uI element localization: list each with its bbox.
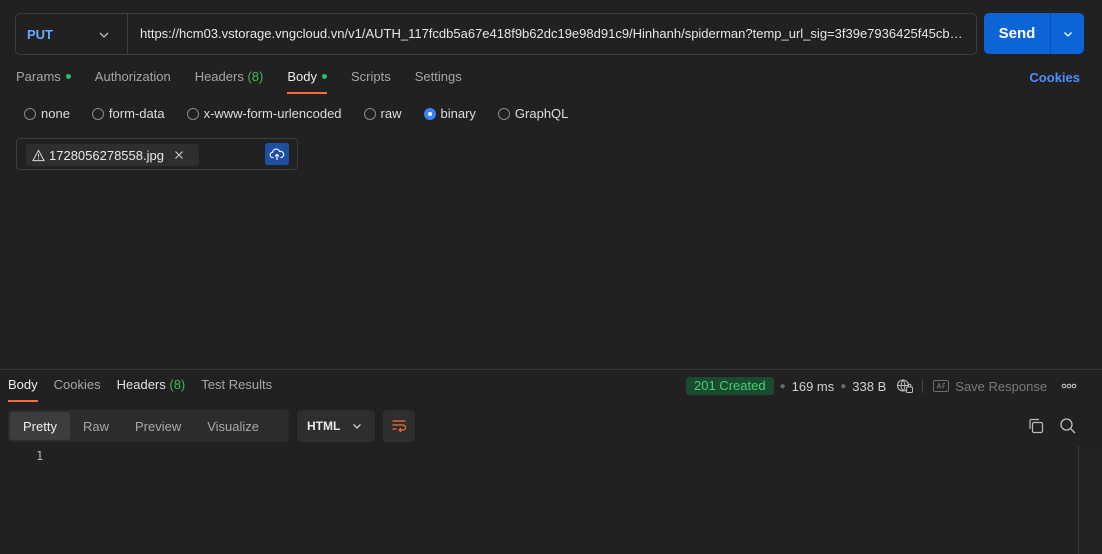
close-icon[interactable] (174, 150, 184, 160)
copy-icon[interactable] (1027, 417, 1045, 435)
view-visualize[interactable]: Visualize (194, 412, 272, 440)
file-name: 1728056278558.jpg (49, 147, 164, 163)
view-mode-selector: Pretty Raw Preview Visualize (8, 410, 289, 442)
tab-test-results[interactable]: Test Results (201, 377, 272, 403)
chevron-down-icon (1063, 31, 1072, 37)
wrap-lines-icon (392, 420, 407, 433)
status-dot (65, 74, 71, 80)
tab-params[interactable]: Params (16, 68, 71, 94)
save-response-label: Save Response (955, 378, 1048, 394)
tab-count: (8) (169, 377, 186, 392)
radio-raw[interactable]: raw (363, 106, 402, 121)
binary-file-box: 1728056278558.jpg (16, 138, 298, 170)
tab-count: (8) (247, 69, 264, 84)
view-preview[interactable]: Preview (122, 412, 194, 440)
chevron-down-icon (99, 32, 109, 38)
tab-label: Headers (194, 69, 244, 84)
tab-label: Headers (116, 377, 166, 392)
radio-circle-checked (423, 107, 436, 120)
status-dot (321, 74, 327, 80)
response-tabs: Body Cookies Headers (8) Test Results (8, 377, 288, 403)
tab-label: Settings (414, 69, 462, 84)
tab-label: Scripts (350, 69, 391, 84)
tab-authorization[interactable]: Authorization (95, 68, 171, 94)
radio-urlencoded[interactable]: x-www-form-urlencoded (186, 106, 342, 121)
url-input[interactable]: https://hcm03.vstorage.vngcloud.vn/v1/AU… (128, 14, 976, 54)
radio-circle (363, 107, 376, 120)
tab-scripts[interactable]: Scripts (351, 68, 391, 94)
tab-label: Authorization (94, 69, 171, 84)
warning-triangle-icon (32, 148, 45, 161)
radio-binary[interactable]: binary (423, 106, 476, 121)
chevron-down-icon (353, 424, 361, 429)
radio-none[interactable]: none (24, 106, 70, 121)
radio-label: none (41, 106, 70, 121)
radio-graphql[interactable]: GraphQL (497, 106, 569, 121)
divider (922, 379, 924, 393)
response-time[interactable]: 169 ms (792, 379, 835, 394)
radio-label: GraphQL (514, 106, 569, 121)
radio-circle (186, 107, 199, 120)
radio-label: x-www-form-urlencoded (203, 106, 342, 121)
radio-circle (24, 107, 36, 120)
separator-dot: ● (779, 380, 786, 392)
search-icon[interactable] (1059, 417, 1077, 435)
file-chip: 1728056278558.jpg (26, 144, 199, 166)
pane-divider[interactable] (0, 369, 1102, 370)
line-number: 1 (36, 449, 44, 463)
method-label: PUT (27, 26, 53, 42)
save-response-icon (933, 380, 950, 392)
more-options-icon[interactable] (1061, 383, 1077, 389)
save-response-button[interactable]: Save Response (933, 379, 1047, 394)
request-tabs: Params Authorization Headers (8) Body Sc… (16, 68, 486, 94)
body-type-group: none form-data x-www-form-urlencoded raw… (24, 106, 590, 121)
separator-dot: ● (840, 380, 847, 392)
wrap-lines-button[interactable] (383, 410, 415, 442)
tab-settings[interactable]: Settings (415, 68, 462, 94)
response-size[interactable]: 338 B (852, 379, 886, 394)
radio-circle (497, 107, 510, 120)
tab-label: Body (287, 69, 317, 84)
cloud-upload-button[interactable] (265, 143, 289, 165)
tab-body[interactable]: Body (287, 68, 327, 94)
radio-form-data[interactable]: form-data (91, 106, 165, 121)
tab-response-body[interactable]: Body (8, 377, 38, 403)
method-select[interactable]: PUT (16, 14, 128, 54)
radio-circle (91, 107, 104, 120)
radio-label: form-data (108, 106, 165, 121)
view-pretty[interactable]: Pretty (10, 412, 70, 440)
radio-label: raw (380, 106, 402, 121)
cloud-upload-icon (269, 148, 285, 160)
tab-response-cookies[interactable]: Cookies (54, 377, 101, 403)
radio-label: binary (440, 106, 476, 121)
send-options-button[interactable] (1051, 13, 1084, 54)
tab-response-headers[interactable]: Headers (8) (117, 377, 186, 403)
send-button[interactable]: Send (984, 13, 1051, 54)
language-select[interactable]: HTML (297, 410, 375, 442)
network-globe-icon[interactable] (896, 378, 914, 394)
status-badge[interactable]: 201 Created (686, 377, 774, 395)
send-button-group: Send (984, 13, 1084, 54)
response-status-row: 201 Created ● 169 ms ● 338 B Save Respon… (686, 377, 1077, 395)
view-raw[interactable]: Raw (70, 412, 122, 440)
cookies-link[interactable]: Cookies (1029, 70, 1080, 85)
language-label: HTML (307, 419, 341, 433)
request-bar: PUT https://hcm03.vstorage.vngcloud.vn/v… (15, 13, 977, 55)
tab-headers[interactable]: Headers (8) (195, 68, 264, 94)
editor-scrollbar[interactable] (1078, 446, 1102, 554)
tab-label: Params (16, 69, 61, 84)
